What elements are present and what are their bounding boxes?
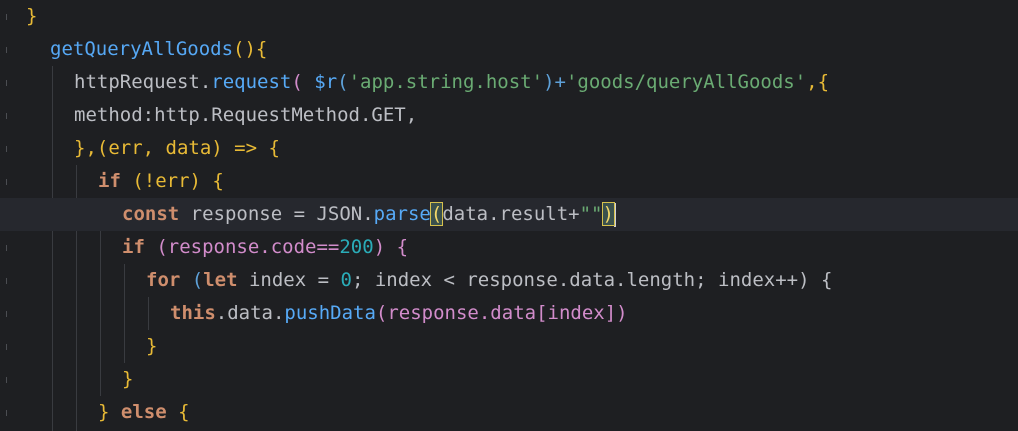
code-token: (){ [233,38,268,60]
matched-paren: ( [429,202,444,226]
code-text: if (!err) { [98,165,224,198]
code-token: } [26,5,38,27]
keyword: for [146,269,181,291]
string-literal: "" [579,203,603,225]
code-token: { [166,401,190,423]
text-caret [613,202,616,227]
code-token: ( [291,71,315,93]
code-token: (response.data[index]) [375,302,628,324]
keyword: else [109,401,167,423]
code-line[interactable]: } else { [0,396,1018,429]
code-text: } else { [98,396,190,429]
code-token: data.result+ [442,203,580,225]
code-line[interactable]: getQueryAllGoods(){ [0,33,1018,66]
code-token: pushData [284,302,376,324]
matched-paren: ) [601,202,615,226]
number-literal: 0 [340,269,352,291]
string-literal: 'goods/queryAllGoods' [565,71,807,93]
code-line[interactable]: } [0,0,1018,33]
code-line[interactable]: this.data.pushData(response.data[index]) [0,297,1018,330]
code-text: for (let index = 0; index < response.dat… [146,264,832,297]
code-editor[interactable]: } getQueryAllGoods(){ httpRequest.reques… [0,0,1018,431]
number-literal: 200 [339,236,374,258]
code-line[interactable]: if (!err) { [0,165,1018,198]
code-line[interactable]: if (response.code==200) { [0,231,1018,264]
code-text: httpRequest.request( $r('app.string.host… [74,66,829,99]
code-line[interactable]: } [0,363,1018,396]
keyword: if [98,170,121,192]
code-token: ,{ [806,71,830,93]
code-token: ) { [373,236,409,258]
code-token: httpRequest. [74,71,212,93]
code-line[interactable]: for (let index = 0; index < response.dat… [0,264,1018,297]
function-name: getQueryAllGoods [50,38,234,60]
code-token: $r [314,71,338,93]
code-line[interactable]: method:http.RequestMethod.GET, [0,99,1018,132]
code-text: this.data.pushData(response.data[index]) [170,297,628,330]
keyword: this [170,302,216,324]
code-token: index = [237,269,341,291]
code-token: ( [337,71,349,93]
code-token: },(err, data) => { [74,137,280,159]
code-token: } [98,401,110,423]
code-token: .data. [215,302,285,324]
code-text: getQueryAllGoods(){ [50,33,267,66]
code-token: parse [373,203,431,225]
code-token: )+ [543,71,566,93]
code-text: const response = JSON.parse(data.result+… [122,198,616,231]
code-token: request [211,71,292,93]
keyword: const [122,203,180,225]
code-token: } [146,335,158,357]
code-line[interactable]: httpRequest.request( $r('app.string.host… [0,66,1018,99]
keyword: if [122,236,145,258]
code-token: method:http.RequestMethod.GET, [74,104,418,126]
code-line[interactable]: } [0,330,1018,363]
code-token: (!err) { [120,170,224,192]
code-token: } [122,368,134,390]
code-text: if (response.code==200) { [122,231,408,264]
code-token: (response.code== [144,236,340,258]
code-token: ( [180,269,204,291]
code-token: ; index < response.data.length; index++)… [351,269,833,291]
code-line[interactable]: },(err, data) => { [0,132,1018,165]
current-code-line[interactable]: const response = JSON.parse(data.result+… [0,198,1018,231]
keyword: let [203,269,238,291]
code-token: response = JSON. [179,203,374,225]
string-literal: 'app.string.host' [348,71,544,93]
